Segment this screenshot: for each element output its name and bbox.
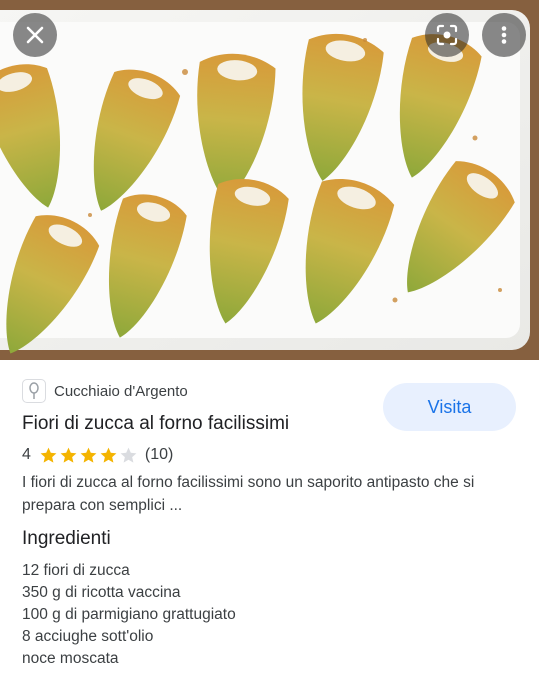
rating-row: 4 (10) (22, 444, 173, 466)
ingredient-item: 100 g di parmigiano grattugiato (22, 606, 236, 623)
star-filled-icon (80, 447, 97, 463)
rating-value: 4 (22, 446, 31, 463)
star-empty-icon (120, 447, 137, 463)
visit-button[interactable]: Visita (383, 383, 516, 431)
review-count: (10) (144, 446, 174, 463)
source-name: Cucchiaio d'Argento (54, 382, 188, 400)
lens-search-icon (436, 24, 458, 46)
star-filled-icon (100, 447, 117, 463)
ingredient-item: noce moscata (22, 650, 119, 667)
ingredients-heading: Ingredienti (22, 528, 111, 549)
more-vert-icon (501, 26, 507, 44)
lens-search-button[interactable] (425, 13, 469, 57)
close-button[interactable] (13, 13, 57, 57)
recipe-title[interactable]: Fiori di zucca al forno facilissimi (22, 413, 289, 435)
spoon-icon (29, 382, 39, 399)
ingredient-item: 12 fiori di zucca (22, 562, 130, 579)
source-favicon (22, 379, 46, 403)
star-filled-icon (60, 447, 77, 463)
more-options-button[interactable] (482, 13, 526, 57)
source-row[interactable]: Cucchiaio d'Argento (22, 378, 188, 404)
ingredients-list: 12 fiori di zucca 350 g di ricotta vaccin… (22, 560, 236, 670)
close-icon (26, 26, 44, 44)
ingredient-item: 350 g di ricotta vaccina (22, 584, 181, 601)
rating-stars (39, 446, 139, 465)
ingredient-item: 8 acciughe sott'olio (22, 628, 154, 645)
recipe-photo[interactable] (0, 0, 539, 360)
recipe-description: I fiori di zucca al forno facilissimi so… (22, 474, 475, 514)
star-filled-icon (40, 447, 57, 463)
